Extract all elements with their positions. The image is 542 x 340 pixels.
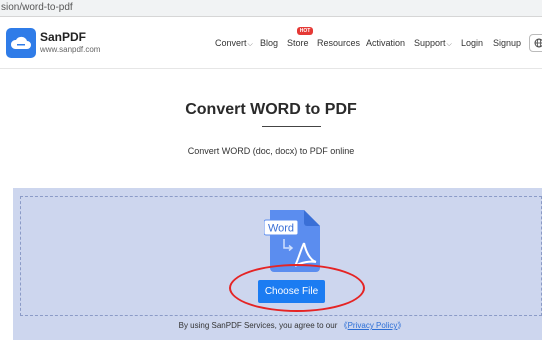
word-document-icon: Word [263,210,320,277]
nav-store[interactable]: Store [287,38,309,48]
page-subtitle: Convert WORD (doc, docx) to PDF online [187,146,355,156]
site-header: SanPDF www.sanpdf.com Convert⌵ Blog Stor… [0,17,542,69]
globe-icon [534,38,542,48]
brand-name[interactable]: SanPDF [40,30,86,44]
nav-convert[interactable]: Convert⌵ [215,38,253,49]
brand-url: www.sanpdf.com [40,45,101,54]
nav-support[interactable]: Support⌵ [414,38,452,49]
terms-text: By using SanPDF Services, you agree to o… [178,321,338,330]
nav-blog[interactable]: Blog [260,38,278,48]
bracket-open: 《 [339,321,348,330]
chevron-down-icon: ⌵ [247,41,253,48]
terms-notice: By using SanPDF Services, you agree to o… [0,320,542,331]
bracket-close: 》 [397,321,406,330]
language-button[interactable] [529,34,542,52]
nav-login[interactable]: Login [461,38,483,48]
nav-support-label: Support [414,38,446,48]
privacy-policy-link[interactable]: Privacy Policy [348,321,398,330]
choose-file-button[interactable]: Choose File [258,280,325,303]
chevron-down-icon: ⌵ [446,41,452,48]
cloud-logo-icon[interactable] [6,28,36,58]
nav-resources[interactable]: Resources [317,38,360,48]
nav-activation[interactable]: Activation [366,38,405,48]
title-divider [262,126,321,127]
nav-convert-label: Convert [215,38,247,48]
word-label: Word [268,223,294,235]
address-bar-url: sion/word-to-pdf [1,2,73,13]
hot-badge: HOT [297,27,313,35]
nav-signup[interactable]: Signup [493,38,521,48]
page-title: Convert WORD to PDF [185,101,357,118]
address-bar[interactable]: sion/word-to-pdf [0,0,542,17]
